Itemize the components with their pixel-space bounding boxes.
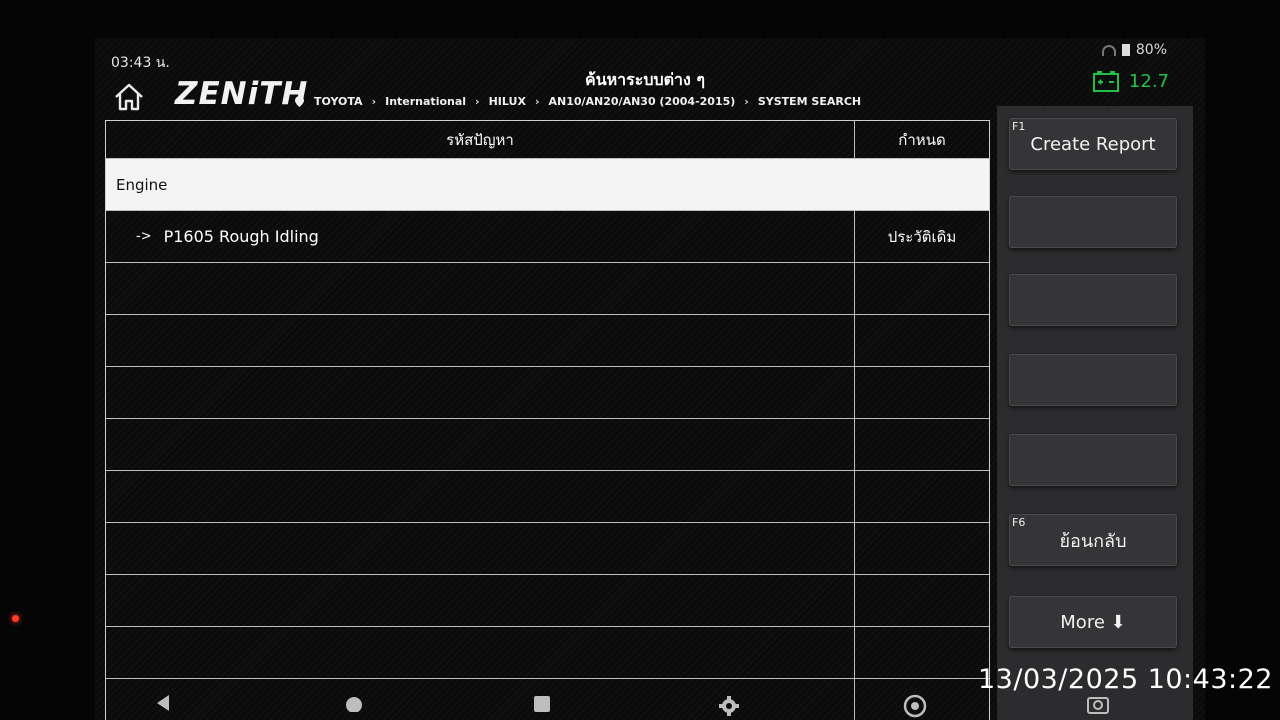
breadcrumb-make[interactable]: TOYOTA <box>314 95 363 108</box>
table-row <box>106 471 989 523</box>
empty-cell <box>855 315 989 366</box>
dtc-code-cell: -> P1605 Rough Idling <box>106 211 855 262</box>
breadcrumb-region[interactable]: International <box>385 95 466 108</box>
breadcrumb-model[interactable]: HILUX <box>489 95 526 108</box>
table-row <box>106 575 989 627</box>
browser-icon[interactable] <box>903 694 927 718</box>
home-nav-icon[interactable] <box>345 694 363 712</box>
fkey-label: F1 <box>1012 120 1026 133</box>
empty-cell <box>106 419 855 470</box>
chevron-right-icon: › <box>744 95 749 108</box>
function-button-f4[interactable] <box>1009 354 1177 406</box>
status-time: 03:43 น. <box>111 55 170 71</box>
back-icon[interactable] <box>155 694 171 712</box>
wifi-icon <box>1101 44 1116 56</box>
table-row <box>106 419 989 471</box>
page-title: ค้นหาระบบต่าง ๆ <box>584 70 706 89</box>
screenshot-icon[interactable] <box>1087 694 1109 714</box>
empty-cell <box>855 627 989 678</box>
function-key-panel: F1 Create Report F6 ย้อนกลับ More ⬇ <box>997 106 1193 720</box>
camera-led <box>12 615 19 622</box>
function-button-f2[interactable] <box>1009 196 1177 248</box>
more-button[interactable]: More ⬇ <box>1009 596 1177 648</box>
vehicle-voltage: 12.7 <box>1092 70 1169 92</box>
breadcrumb: TOYOTA › International › HILUX › AN10/AN… <box>295 95 861 108</box>
chevron-right-icon: › <box>371 95 377 108</box>
function-button-f3[interactable] <box>1009 274 1177 326</box>
table-row <box>106 263 989 315</box>
voltage-value: 12.7 <box>1128 70 1169 92</box>
photo-timestamp: 13/03/2025 10:43:22 <box>978 664 1273 695</box>
empty-cell <box>106 367 855 418</box>
table-header: รหัสปัญหา กำหนด <box>106 121 989 159</box>
dtc-status: ประวัติเดิม <box>887 227 957 246</box>
column-header-code: รหัสปัญหา <box>106 121 855 158</box>
battery-percent: 80% <box>1135 42 1167 58</box>
dtc-code: P1605 Rough Idling <box>163 227 319 246</box>
car-battery-icon <box>1092 71 1119 92</box>
function-button-f5[interactable] <box>1009 434 1177 486</box>
status-icons: 80% <box>1101 42 1167 58</box>
table-row <box>106 367 989 419</box>
create-report-button[interactable]: F1 Create Report <box>1009 118 1177 170</box>
breadcrumb-current: SYSTEM SEARCH <box>757 95 862 108</box>
chevron-right-icon: › <box>534 95 540 108</box>
section-label: Engine <box>116 175 168 194</box>
button-label: Create Report <box>1030 133 1156 155</box>
chevron-right-icon: › <box>475 95 480 108</box>
table-row <box>106 627 989 679</box>
table-row <box>106 523 989 575</box>
arrow-icon: -> <box>136 229 152 244</box>
system-section-engine[interactable]: Engine <box>106 159 989 211</box>
location-pin-icon <box>295 96 304 107</box>
device-screen: 03:43 น. 80% ZENiTH ค้นหาระบบต่าง ๆ TOYO… <box>95 38 1205 720</box>
empty-cell <box>855 263 989 314</box>
battery-icon <box>1121 44 1130 56</box>
gear-icon[interactable] <box>717 694 741 718</box>
empty-cell <box>855 419 989 470</box>
fkey-label: F6 <box>1012 516 1026 529</box>
empty-cell <box>106 575 855 626</box>
empty-cell <box>855 575 989 626</box>
empty-cell <box>106 315 855 366</box>
empty-cell <box>855 471 989 522</box>
dtc-table: รหัสปัญหา กำหนด Engine -> P1605 Rough Id… <box>105 120 990 720</box>
empty-cell <box>106 471 855 522</box>
button-label: More ⬇ <box>1060 611 1126 633</box>
table-row[interactable]: -> P1605 Rough Idling ประวัติเดิม <box>106 211 989 263</box>
empty-cell <box>106 523 855 574</box>
breadcrumb-chassis[interactable]: AN10/AN20/AN30 (2004-2015) <box>548 95 735 108</box>
empty-cell <box>855 523 989 574</box>
empty-cell <box>855 367 989 418</box>
empty-cell <box>106 627 855 678</box>
recents-icon[interactable] <box>533 694 551 712</box>
empty-cell <box>106 263 855 314</box>
zenith-logo: ZENiTH <box>175 76 309 112</box>
table-row <box>106 315 989 367</box>
column-header-status: กำหนด <box>898 130 946 149</box>
button-label: ย้อนกลับ <box>1059 530 1127 552</box>
back-button[interactable]: F6 ย้อนกลับ <box>1009 514 1177 566</box>
home-icon[interactable] <box>113 82 145 112</box>
